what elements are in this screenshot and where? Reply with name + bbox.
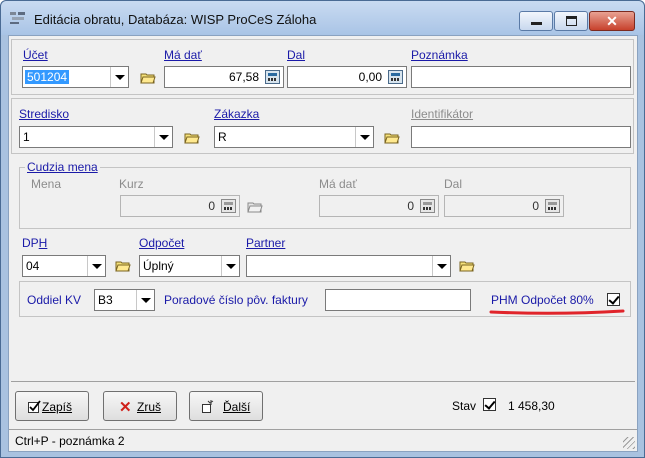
divider: [11, 381, 635, 382]
next-icon: [202, 400, 214, 413]
checkbox-icon: [28, 400, 41, 413]
zakazka-combo[interactable]: R: [214, 126, 374, 148]
dialog-window: Editácia obratu, Databáza: WISP ProCeS Z…: [0, 0, 645, 458]
chevron-down-icon[interactable]: [136, 290, 154, 310]
dal-input[interactable]: 0,00: [287, 66, 407, 88]
chevron-down-icon[interactable]: [154, 127, 172, 147]
zakazka-label: Zákazka: [214, 107, 260, 121]
close-icon: ✕: [606, 13, 618, 29]
next-label: Ďalší: [223, 400, 251, 414]
identifikator-label: Identifikátor: [411, 107, 474, 121]
chevron-down-icon[interactable]: [110, 67, 128, 87]
resize-grip-icon[interactable]: [623, 437, 635, 449]
minimize-icon: [531, 22, 542, 25]
stav-label: Stav: [452, 399, 477, 413]
calculator-icon[interactable]: [388, 70, 403, 84]
partner-combo[interactable]: [246, 255, 451, 277]
maximize-icon: [566, 16, 577, 26]
cancel-button[interactable]: ✕ Zruš: [103, 391, 177, 421]
foreign-dal-input[interactable]: 0: [444, 195, 564, 217]
mena-label: Mena: [31, 177, 62, 191]
app-icon: [10, 12, 25, 24]
minimize-button[interactable]: [519, 11, 553, 31]
stredisko-label: Stredisko: [19, 107, 70, 121]
calculator-icon[interactable]: [265, 70, 280, 84]
dialog-client-area: Účet 501204 Má dať 67,58 Dal 0,00 Poznám…: [8, 35, 638, 452]
ucet-value: 501204: [25, 70, 70, 84]
folder-icon[interactable]: [384, 132, 400, 144]
ucet-label: Účet: [23, 48, 48, 62]
folder-icon[interactable]: [140, 72, 156, 84]
foreign-ma-dat-label: Má dať: [319, 177, 357, 191]
chevron-down-icon[interactable]: [432, 256, 450, 276]
folder-icon[interactable]: [184, 132, 200, 144]
dph-label: DPH: [22, 236, 48, 250]
folder-icon[interactable]: [459, 260, 475, 272]
status-text: Ctrl+P - poznámka 2: [15, 434, 125, 448]
cancel-label: Zruš: [137, 400, 161, 414]
calculator-icon[interactable]: [420, 199, 435, 213]
close-button[interactable]: ✕: [589, 11, 635, 31]
odpocet-label: Odpočet: [139, 236, 185, 250]
identifikator-input[interactable]: [411, 126, 631, 148]
poznamka-label: Poznámka: [411, 48, 468, 62]
kurz-input[interactable]: 0: [120, 195, 240, 217]
oddiel-kv-value: B3: [98, 293, 113, 307]
calculator-icon[interactable]: [221, 199, 236, 213]
dal-label: Dal: [287, 48, 306, 62]
save-label: Zapíš: [42, 400, 73, 414]
kurz-value: 0: [208, 199, 215, 213]
stredisko-combo[interactable]: 1: [19, 126, 173, 148]
poznamka-input[interactable]: [411, 66, 631, 88]
poradove-cislo-input[interactable]: [325, 289, 471, 311]
red-underline-annotation: [489, 309, 625, 315]
folder-icon[interactable]: [115, 260, 131, 272]
chevron-down-icon[interactable]: [221, 256, 239, 276]
foreign-ma-dat-value: 0: [407, 199, 414, 213]
cancel-x-icon: ✕: [119, 399, 132, 416]
title-bar[interactable]: Editácia obratu, Databáza: WISP ProCeS Z…: [1, 1, 644, 35]
foreign-currency-group-label: Cudzia mena: [25, 160, 100, 174]
foreign-dal-label: Dal: [444, 177, 463, 191]
ma-dat-label: Má dať: [164, 48, 202, 62]
stredisko-value: 1: [23, 130, 30, 144]
partner-label: Partner: [246, 236, 286, 250]
poradove-cislo-label: Poradové číslo pôv. faktury: [164, 293, 308, 307]
odpocet-value: Úplný: [143, 259, 174, 273]
odpocet-combo[interactable]: Úplný: [139, 255, 240, 277]
dph-combo[interactable]: 04: [22, 255, 106, 277]
kurz-label: Kurz: [119, 177, 144, 191]
dal-value: 0,00: [358, 70, 382, 84]
oddiel-kv-label: Oddiel KV: [27, 293, 82, 307]
maximize-button[interactable]: [554, 11, 588, 31]
phm-odpocet-label: PHM Odpočet 80%: [491, 293, 594, 307]
ma-dat-value: 67,58: [228, 70, 259, 84]
folder-icon[interactable]: [247, 201, 263, 213]
ma-dat-input[interactable]: 67,58: [164, 66, 284, 88]
chevron-down-icon[interactable]: [87, 256, 105, 276]
foreign-ma-dat-input[interactable]: 0: [319, 195, 439, 217]
chevron-down-icon[interactable]: [355, 127, 373, 147]
save-button[interactable]: Zapíš: [15, 391, 89, 421]
phm-odpocet-checkbox[interactable]: [607, 293, 620, 306]
foreign-dal-value: 0: [532, 199, 539, 213]
zakazka-value: R: [218, 130, 227, 144]
next-button[interactable]: Ďalší: [189, 391, 263, 421]
total-amount: 1 458,30: [508, 399, 555, 413]
dph-value: 04: [26, 259, 40, 273]
calculator-icon[interactable]: [545, 199, 560, 213]
ucet-combo[interactable]: 501204: [22, 66, 129, 88]
oddiel-kv-combo[interactable]: B3: [94, 289, 155, 311]
status-bar: Ctrl+P - poznámka 2: [9, 429, 637, 451]
stav-checkbox[interactable]: [483, 398, 496, 411]
window-title: Editácia obratu, Databáza: WISP ProCeS Z…: [34, 12, 317, 27]
